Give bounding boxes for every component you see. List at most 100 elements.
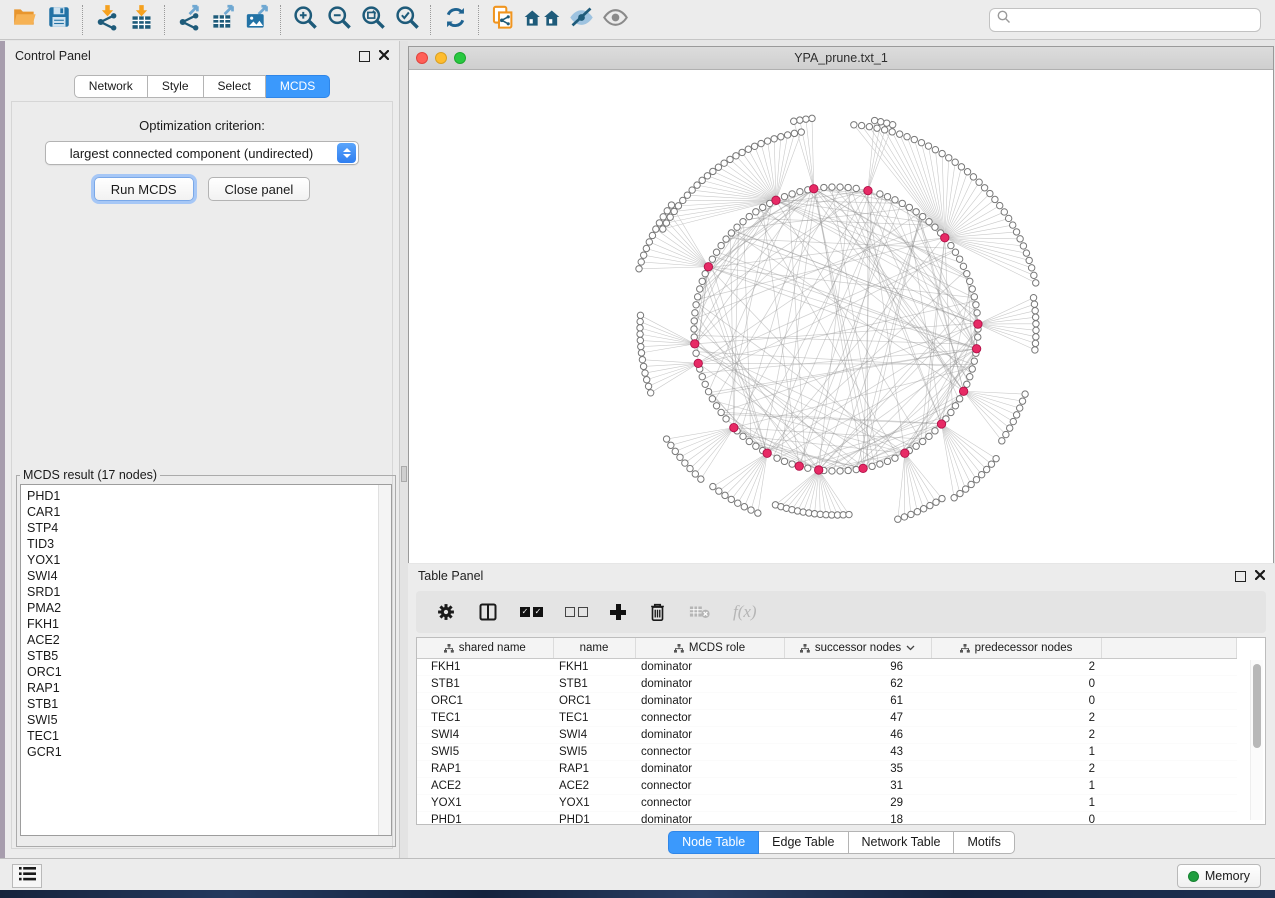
network-node[interactable] (741, 504, 747, 510)
network-node[interactable] (981, 185, 987, 191)
network-node[interactable] (734, 224, 740, 230)
network-window-titlebar[interactable]: YPA_prune.txt_1 (409, 47, 1273, 70)
network-node[interactable] (699, 177, 705, 183)
network-node[interactable] (1013, 229, 1019, 235)
network-edge[interactable] (744, 453, 767, 507)
deselect-all-button[interactable] (565, 607, 588, 617)
network-node[interactable] (906, 204, 912, 210)
list-item[interactable]: ORC1 (27, 664, 391, 680)
table-cell[interactable]: 31 (784, 778, 931, 795)
network-node[interactable] (751, 143, 757, 149)
network-node[interactable] (692, 471, 698, 477)
table-cell[interactable]: SWI4 (553, 727, 635, 744)
table-cell[interactable]: SWI5 (553, 744, 635, 761)
network-node[interactable] (871, 117, 877, 123)
tab-node-table[interactable]: Node Table (668, 831, 759, 854)
network-node[interactable] (1033, 280, 1039, 286)
network-node[interactable] (1031, 272, 1037, 278)
network-node[interactable] (721, 160, 727, 166)
network-node[interactable] (638, 259, 644, 265)
network-node[interactable] (988, 461, 994, 467)
network-node[interactable] (702, 271, 708, 277)
network-node[interactable] (698, 476, 704, 482)
network-edge[interactable] (652, 235, 708, 266)
network-node[interactable] (821, 184, 827, 190)
mcds-dominator-node[interactable] (691, 340, 699, 348)
network-edge[interactable] (734, 226, 739, 428)
network-node[interactable] (967, 374, 973, 380)
network-edge[interactable] (978, 317, 1036, 324)
network-node[interactable] (745, 146, 751, 152)
network-edge[interactable] (897, 349, 976, 457)
mcds-dominator-node[interactable] (730, 423, 738, 431)
mcds-dominator-node[interactable] (901, 449, 909, 457)
toggle-column-button[interactable] (478, 602, 498, 622)
network-graph[interactable] (409, 70, 1273, 563)
network-edge[interactable] (719, 453, 767, 491)
network-node[interactable] (781, 458, 787, 464)
table-row[interactable]: SWI4SWI4dominator462 (417, 727, 1237, 744)
network-node[interactable] (933, 499, 939, 505)
table-cell[interactable]: dominator (635, 659, 784, 676)
table-cell[interactable]: 1 (931, 744, 1101, 761)
table-cell[interactable]: ACE2 (417, 778, 553, 795)
splitter-grip[interactable] (401, 466, 407, 482)
list-item[interactable]: FKH1 (27, 616, 391, 632)
table-row[interactable]: ACE2ACE2connector311 (417, 778, 1237, 795)
clone-network-button[interactable] (486, 4, 520, 36)
table-cell[interactable]: 35 (784, 761, 931, 778)
network-node[interactable] (1013, 412, 1019, 418)
network-node[interactable] (664, 208, 670, 214)
network-node[interactable] (636, 266, 642, 272)
network-node[interactable] (640, 252, 646, 258)
table-cell[interactable]: 18 (784, 812, 931, 826)
table-cell[interactable]: PHD1 (553, 812, 635, 826)
table-cell[interactable]: 0 (931, 676, 1101, 693)
network-node[interactable] (699, 374, 705, 380)
mcds-dominator-node[interactable] (704, 263, 712, 271)
network-node[interactable] (908, 511, 914, 517)
network-edge[interactable] (663, 217, 708, 267)
network-node[interactable] (926, 433, 932, 439)
network-node[interactable] (705, 388, 711, 394)
tab-motifs[interactable]: Motifs (954, 831, 1014, 854)
mcds-dominator-node[interactable] (694, 359, 702, 367)
list-item[interactable]: SRD1 (27, 584, 391, 600)
network-node[interactable] (974, 310, 980, 316)
table-cell[interactable]: dominator (635, 693, 784, 710)
network-edge[interactable] (964, 391, 1017, 415)
list-item[interactable]: STB1 (27, 696, 391, 712)
network-node[interactable] (914, 509, 920, 515)
network-node[interactable] (797, 188, 803, 194)
table-cell[interactable]: FKH1 (553, 659, 635, 676)
table-cell[interactable]: connector (635, 778, 784, 795)
network-edge[interactable] (812, 118, 814, 188)
table-row[interactable]: SWI5SWI5connector431 (417, 744, 1237, 761)
network-node[interactable] (958, 164, 964, 170)
table-cell[interactable]: TEC1 (417, 710, 553, 727)
table-cell[interactable]: connector (635, 710, 784, 727)
network-node[interactable] (892, 197, 898, 203)
network-edge[interactable] (644, 255, 709, 267)
network-node[interactable] (668, 442, 674, 448)
network-node[interactable] (771, 136, 777, 142)
table-cell[interactable]: 2 (931, 710, 1101, 727)
network-node[interactable] (969, 286, 975, 292)
network-node[interactable] (692, 310, 698, 316)
table-scrollbar[interactable] (1250, 660, 1263, 820)
network-node[interactable] (939, 495, 945, 501)
network-node[interactable] (964, 169, 970, 175)
network-node[interactable] (682, 460, 688, 466)
list-item[interactable]: CAR1 (27, 504, 391, 520)
network-node[interactable] (643, 377, 649, 383)
network-node[interactable] (951, 495, 957, 501)
list-item[interactable]: GCR1 (27, 744, 391, 760)
network-node[interactable] (845, 184, 851, 190)
network-node[interactable] (637, 325, 643, 331)
network-node[interactable] (967, 278, 973, 284)
network-node[interactable] (837, 468, 843, 474)
network-node[interactable] (759, 204, 765, 210)
table-cell[interactable]: PHD1 (417, 812, 553, 826)
list-item[interactable]: TID3 (27, 536, 391, 552)
network-node[interactable] (969, 366, 975, 372)
